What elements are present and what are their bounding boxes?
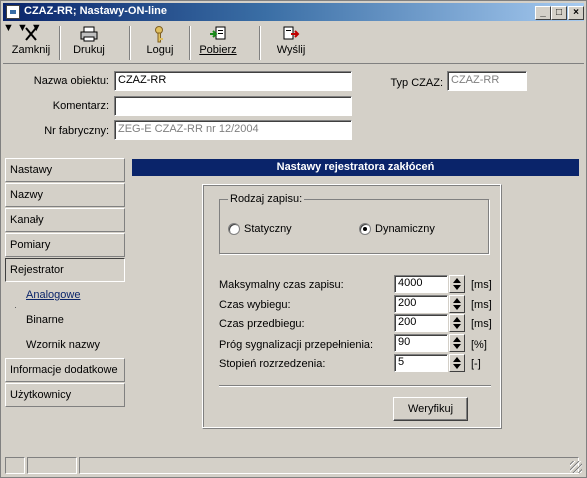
spin-down-icon[interactable]	[453, 285, 461, 290]
nav-item-wzornik-nazwy[interactable]: Wzornik nazwy	[5, 333, 125, 357]
login-tool-button[interactable]: Loguj	[139, 24, 181, 62]
decimation-degree-spinner[interactable]	[449, 354, 465, 372]
spin-up-icon[interactable]	[453, 357, 461, 362]
close-tool-button[interactable]: Zamknij	[9, 24, 53, 62]
spin-down-icon[interactable]	[453, 344, 461, 349]
minimize-button[interactable]: _	[535, 6, 551, 20]
decimation-degree-unit: [-]	[471, 358, 481, 370]
max-record-time-input[interactable]: 4000	[394, 275, 448, 293]
nav-item-rejestrator[interactable]: Rejestrator	[5, 258, 125, 282]
pretrigger-time-label: Czas przedbiegu:	[219, 318, 305, 330]
resize-grip-icon[interactable]	[570, 461, 582, 473]
fetch-icon	[208, 25, 228, 43]
spin-down-icon[interactable]	[453, 364, 461, 369]
nav-item-uzytkownicy[interactable]: Użytkownicy	[5, 383, 125, 407]
decimation-degree-label: Stopień rozrzedzenia:	[219, 358, 326, 370]
nav-item-analogowe[interactable]: Analogowe	[5, 283, 125, 307]
overrun-time-input[interactable]: 200	[394, 295, 448, 313]
key-icon	[150, 25, 170, 43]
object-name-field[interactable]: CZAZ-RR	[114, 71, 352, 91]
section-header: Nastawy rejestratora zakłóceń	[132, 159, 579, 176]
toolbar-separator	[189, 26, 191, 60]
comment-field[interactable]	[114, 96, 352, 116]
serial-number-field[interactable]: ZEG-E CZAZ-RR nr 12/2004	[114, 120, 352, 140]
toolbar-separator	[129, 26, 131, 60]
close-tool-label: Zamknij	[11, 44, 51, 56]
static-mode-radio[interactable]	[228, 223, 240, 235]
nav-item-pomiary[interactable]: Pomiary	[5, 233, 125, 257]
czaz-type-label: Typ CZAZ:	[390, 77, 443, 89]
spin-up-icon[interactable]	[453, 298, 461, 303]
spin-down-icon[interactable]	[453, 305, 461, 310]
panel-separator	[219, 385, 491, 387]
recording-mode-label: Rodzaj zapisu:	[228, 193, 305, 205]
close-button[interactable]: ×	[568, 6, 584, 20]
pretrigger-time-input[interactable]: 200	[394, 314, 448, 332]
static-mode-label[interactable]: Statyczny	[244, 223, 292, 235]
title-bar[interactable]: CZAZ-RR; Nastawy-ON-line _ □ ×	[3, 3, 584, 21]
comment-label: Komentarz:	[52, 100, 109, 112]
overflow-threshold-spinner[interactable]	[449, 334, 465, 352]
printer-icon	[79, 25, 99, 43]
maximize-button[interactable]: □	[551, 6, 567, 20]
close-x-icon	[21, 25, 41, 43]
pretrigger-time-unit: [ms]	[471, 318, 492, 330]
app-icon	[6, 5, 20, 19]
nav-item-nazwy[interactable]: Nazwy	[5, 183, 125, 207]
send-icon	[281, 25, 301, 43]
status-bar	[3, 455, 584, 475]
window-title: CZAZ-RR; Nastawy-ON-line	[24, 5, 168, 17]
overflow-threshold-label: Próg sygnalizacji przepełnienia:	[219, 339, 374, 351]
send-tool-button[interactable]: Wyślij	[269, 24, 313, 62]
serial-number-label: Nr fabryczny:	[44, 125, 109, 137]
verify-button[interactable]: Weryfikuj	[393, 397, 468, 421]
fetch-tool-button[interactable]: Pobierz	[195, 24, 241, 62]
print-tool-label: Drukuj	[73, 44, 105, 56]
dynamic-mode-radio[interactable]	[359, 223, 371, 235]
spin-down-icon[interactable]	[453, 324, 461, 329]
dynamic-mode-label[interactable]: Dynamiczny	[375, 223, 435, 235]
status-cell	[79, 457, 579, 474]
print-tool-button[interactable]: Drukuj	[65, 24, 113, 62]
object-name-label: Nazwa obiektu:	[33, 75, 109, 87]
nav-item-informacje-dodatkowe[interactable]: Informacje dodatkowe	[5, 358, 125, 382]
status-cell	[5, 457, 25, 474]
login-tool-label: Loguj	[146, 44, 174, 56]
toolbar-separator	[59, 26, 61, 60]
status-cell	[27, 457, 77, 474]
spin-up-icon[interactable]	[453, 278, 461, 283]
overrun-time-label: Czas wybiegu:	[219, 299, 291, 311]
decimation-degree-input[interactable]: 5	[394, 354, 448, 372]
send-tool-label: Wyślij	[276, 44, 306, 56]
overrun-time-unit: [ms]	[471, 299, 492, 311]
spin-up-icon[interactable]	[453, 337, 461, 342]
fetch-tool-label: Pobierz	[199, 44, 237, 56]
max-record-time-spinner[interactable]	[449, 275, 465, 293]
spin-up-icon[interactable]	[453, 317, 461, 322]
max-record-time-label: Maksymalny czas zapisu:	[219, 279, 344, 291]
nav-item-kanaly[interactable]: Kanały	[5, 208, 125, 232]
toolbar: Zamknij Drukuj ▼ Loguj Pobierz ▼ Wyślij …	[3, 22, 584, 64]
nav-item-binarne[interactable]: Binarne	[5, 308, 125, 332]
nav-item-nastawy[interactable]: Nastawy	[5, 158, 125, 182]
toolbar-separator	[259, 26, 261, 60]
pretrigger-time-spinner[interactable]	[449, 314, 465, 332]
app-window: CZAZ-RR; Nastawy-ON-line _ □ × Zamknij D…	[0, 0, 587, 478]
max-record-time-unit: [ms]	[471, 279, 492, 291]
overflow-threshold-input[interactable]: 90	[394, 334, 448, 352]
overrun-time-spinner[interactable]	[449, 295, 465, 313]
overflow-threshold-unit: [%]	[471, 339, 487, 351]
czaz-type-field[interactable]: CZAZ-RR	[447, 71, 527, 91]
